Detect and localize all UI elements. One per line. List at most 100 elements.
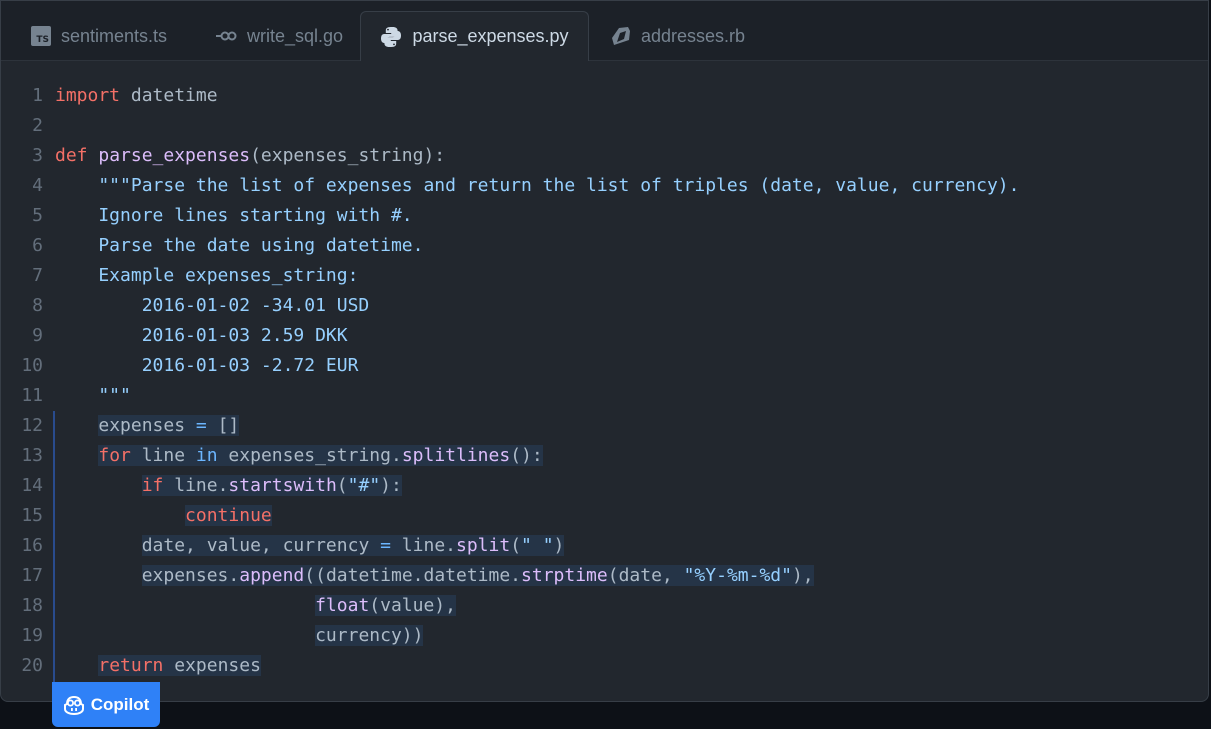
code-token: (: [336, 475, 348, 496]
code-token: 2016-01-03 2.59 DKK: [55, 325, 348, 346]
code-token: "%Y-%m-%d": [683, 565, 792, 586]
line-text: continue: [55, 501, 272, 531]
line-text: Example expenses_string:: [55, 261, 358, 291]
line-number: 3: [32, 145, 43, 166]
code-line: 7 Example expenses_string:: [1, 261, 1208, 291]
code-line: 12 expenses = []: [1, 411, 1208, 441]
tab-label: sentiments.ts: [61, 25, 168, 46]
code-line: 9 2016-01-03 2.59 DKK: [1, 321, 1208, 351]
typescript-icon: TS: [31, 26, 51, 46]
code-token: Ignore lines starting with #.: [55, 205, 413, 226]
code-token: import: [55, 85, 121, 106]
code-token: currency)): [315, 625, 424, 646]
code-token: =: [380, 535, 391, 556]
code-token: expenses: [163, 655, 261, 676]
line-text: 2016-01-03 -2.72 EUR: [55, 351, 359, 381]
tab-sentiments-ts[interactable]: TS sentiments.ts: [31, 11, 181, 61]
code-line: 3 def parse_expenses(expenses_string):: [1, 141, 1208, 171]
line-number: 7: [32, 265, 43, 286]
line-number: 15: [21, 505, 43, 526]
code-line: 13 for line in expenses_string.splitline…: [1, 441, 1208, 471]
code-token: ): [553, 535, 565, 556]
code-token: Parse the date using datetime.: [55, 235, 424, 256]
tab-write-sql-go[interactable]: write_sql.go: [215, 11, 345, 61]
code-line: 5 Ignore lines starting with #.: [1, 201, 1208, 231]
code-token: continue: [185, 505, 272, 526]
line-number: 10: [21, 355, 43, 376]
copilot-icon: [63, 695, 84, 715]
code-token: startswith: [228, 475, 337, 496]
line-number: 9: [32, 325, 43, 346]
code-token: line.: [390, 535, 456, 556]
line-text: for line in expenses_string.splitlines()…: [55, 441, 543, 471]
line-number: 2: [32, 115, 43, 136]
line-number: 16: [21, 535, 43, 556]
code-token: line: [130, 445, 196, 466]
code-token: in: [195, 445, 218, 466]
code-token: (: [510, 535, 522, 556]
code-line: 20 return expenses: [1, 651, 1208, 681]
code-line: 11 """: [1, 381, 1208, 411]
tab-label: write_sql.go: [247, 25, 344, 46]
code-token: 2016-01-03 -2.72 EUR: [55, 355, 359, 376]
code-line: 16 date, value, currency = line.split(" …: [1, 531, 1208, 561]
tab-parse-expenses-py[interactable]: parse_expenses.py: [360, 11, 589, 61]
line-number: 11: [21, 385, 43, 406]
code-line: 8 2016-01-02 -34.01 USD: [1, 291, 1208, 321]
line-text: def parse_expenses(expenses_string):: [55, 141, 445, 171]
code-line: 17 expenses.append((datetime.datetime.st…: [1, 561, 1208, 591]
line-text: float(value),: [55, 591, 456, 621]
line-text: 2016-01-03 2.59 DKK: [55, 321, 348, 351]
code-token: Example expenses_string:: [55, 265, 359, 286]
code-token: return: [98, 655, 164, 676]
line-text: """Parse the list of expenses and return…: [55, 171, 1020, 201]
code-line: 19 currency)): [1, 621, 1208, 651]
code-token: "#": [347, 475, 381, 496]
tab-addresses-rb[interactable]: addresses.rb: [611, 11, 751, 61]
code-token: if: [141, 475, 164, 496]
code-token: float: [315, 595, 370, 616]
copilot-button[interactable]: Copilot: [52, 682, 160, 727]
code-token: ),: [791, 565, 814, 586]
python-icon: [381, 26, 402, 47]
code-line: 15 continue: [1, 501, 1208, 531]
code-token: split: [456, 535, 511, 556]
line-number: 4: [32, 175, 43, 196]
code-token: date, value, currency: [141, 535, 381, 556]
line-number: 8: [32, 295, 43, 316]
code-token: for: [98, 445, 131, 466]
code-token: " ": [521, 535, 554, 556]
code-line: 18 float(value),: [1, 591, 1208, 621]
line-number: 6: [32, 235, 43, 256]
code-token: expenses_string.: [217, 445, 402, 466]
code-token: parse_expenses: [98, 145, 251, 166]
code-token: """Parse the list of expenses and return…: [55, 175, 1020, 196]
line-text: Parse the date using datetime.: [55, 231, 423, 261]
code-token: ():: [510, 445, 543, 466]
code-token: line.: [163, 475, 229, 496]
code-line: 14 if line.startswith("#"):: [1, 471, 1208, 501]
code-token: splitlines: [401, 445, 511, 466]
line-number: 12: [21, 415, 43, 436]
code-token: (value),: [369, 595, 456, 616]
selection-marker: [53, 411, 55, 683]
code-line: 6 Parse the date using datetime.: [1, 231, 1208, 261]
code-token: (expenses_string):: [250, 145, 446, 166]
code-area[interactable]: 1 import datetime 2 3 def parse_expenses(exp…: [1, 81, 1208, 681]
code-token: (date,: [607, 565, 684, 586]
line-number: 18: [21, 595, 43, 616]
line-text: expenses = []: [55, 411, 240, 441]
go-icon: [216, 31, 237, 41]
code-token: []: [206, 415, 240, 436]
code-editor: TS sentiments.ts write_sql.go parse_expe…: [0, 0, 1209, 702]
line-text: if line.startswith("#"):: [55, 471, 402, 501]
tab-bar: TS sentiments.ts write_sql.go parse_expe…: [1, 1, 1208, 61]
line-number: 19: [21, 625, 43, 646]
line-text: 2016-01-02 -34.01 USD: [55, 291, 370, 321]
